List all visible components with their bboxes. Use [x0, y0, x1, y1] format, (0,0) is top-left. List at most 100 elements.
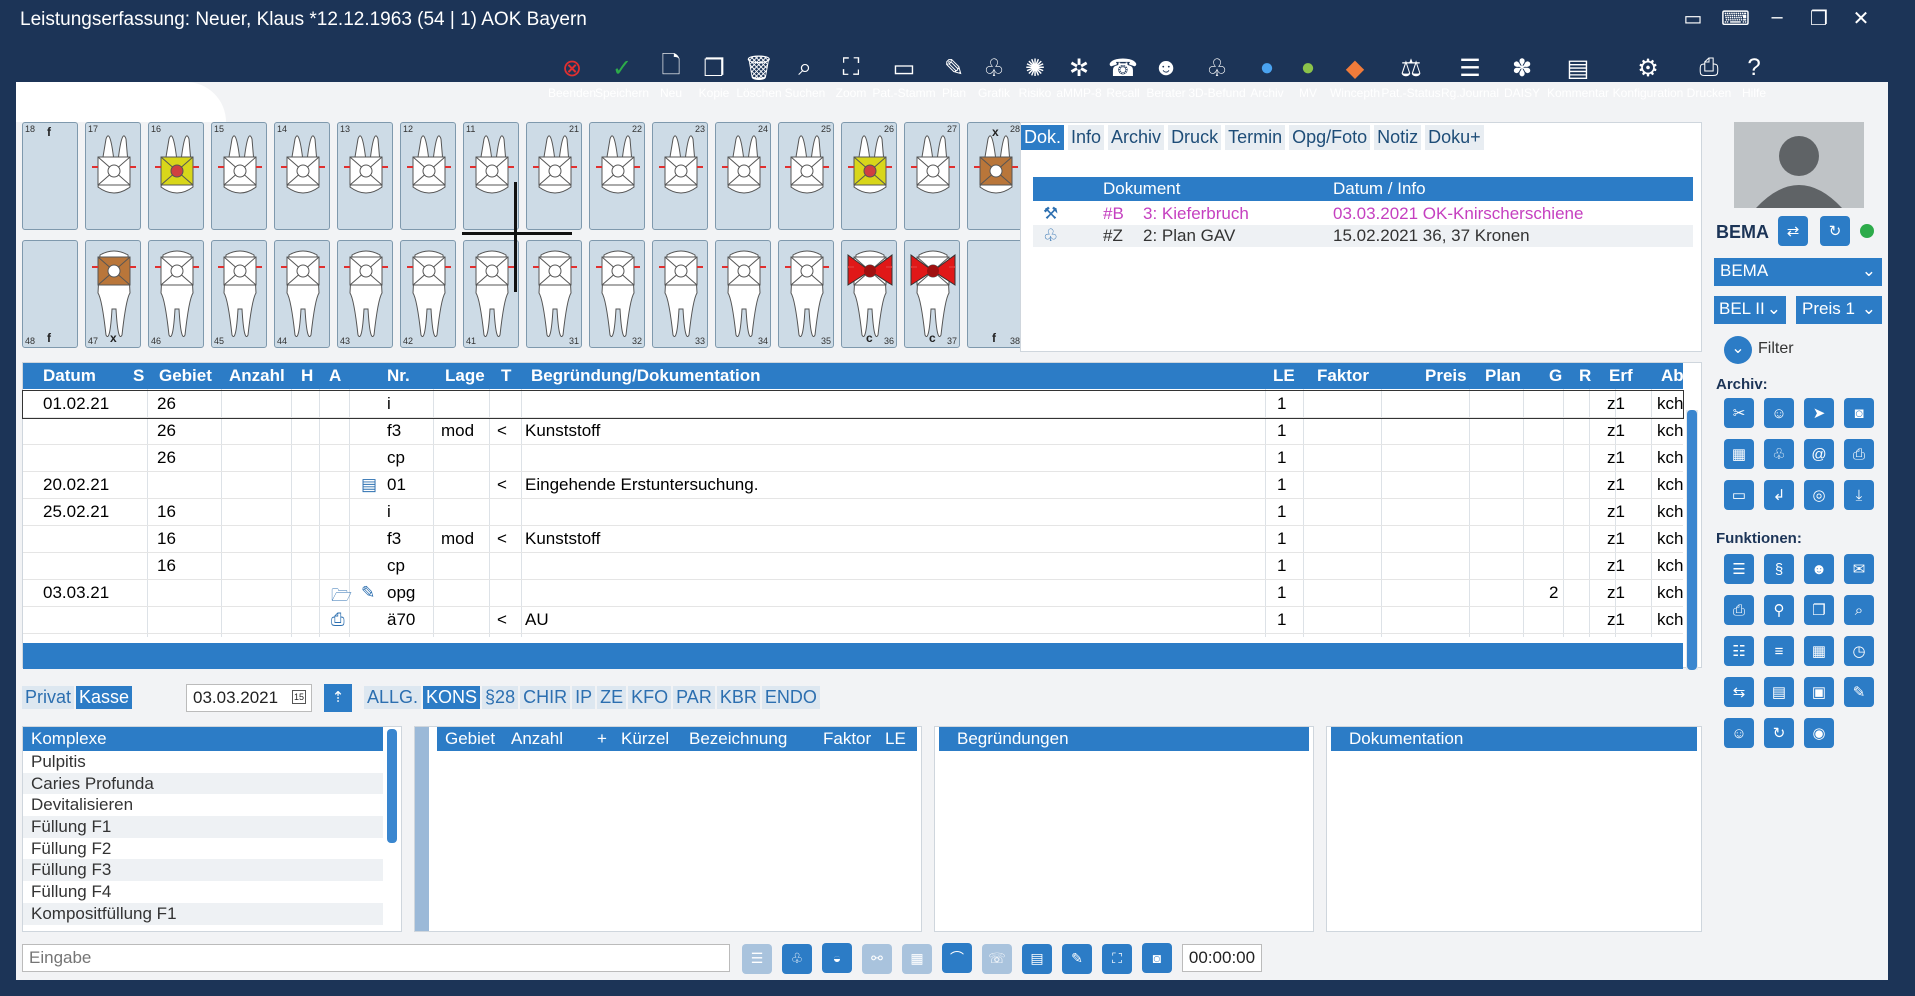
download-icon[interactable]: ⤓ [1844, 480, 1874, 510]
gebiet-col[interactable]: Faktor [823, 729, 871, 749]
toolbar-patient-status-button[interactable]: ⚖ Pat.-Status [1381, 52, 1440, 101]
category-8[interactable]: KBR [716, 686, 760, 709]
tooth-36[interactable]: 36 c [841, 240, 897, 348]
filter-toggle-icon[interactable]: ⌄ [1724, 336, 1752, 364]
minimize-icon[interactable]: – [1763, 6, 1791, 31]
toolbar-close-circle-button[interactable]: ⊗ Beenden [548, 52, 596, 101]
table-icon[interactable]: ▤ [1022, 943, 1052, 974]
table-row[interactable]: 25.02.21 16 i 1 z1 kch [23, 499, 1683, 526]
category-3[interactable]: CHIR [520, 686, 571, 709]
toolbar-new-document-button[interactable]: 🗋 Neu [650, 52, 692, 101]
col-header[interactable]: Gebiet [159, 366, 212, 386]
tooth-24[interactable]: 24 [715, 122, 771, 230]
tooth-mesh-icon[interactable]: ▦ [902, 943, 932, 974]
import-icon[interactable]: ↲ [1764, 480, 1794, 510]
grid-icon[interactable]: ▦ [1804, 636, 1834, 666]
tooth-38[interactable]: 38 f [967, 240, 1023, 348]
catalog-select[interactable]: BEMA ⌄ [1714, 258, 1882, 286]
user-icon[interactable]: ☺ [1724, 718, 1754, 748]
tooth-46[interactable]: 46 [148, 240, 204, 348]
toolbar-wincepth-button[interactable]: ◆ Wincepth [1328, 52, 1382, 101]
table-row[interactable]: 01.02.21 26 i 1 z1 kch [22, 390, 1684, 419]
grid-icon[interactable]: ▦ [1724, 439, 1754, 469]
filter-label[interactable]: Filter [1758, 340, 1794, 358]
calendar-icon[interactable]: 15 [291, 690, 306, 704]
phone-icon[interactable]: ☏ [982, 943, 1012, 974]
table-row[interactable]: 16 cp 1 z1 kch [23, 553, 1683, 580]
toolbar-check-circle-button[interactable]: ✓ Speichern [594, 52, 650, 101]
col-header[interactable]: Erf [1609, 366, 1633, 386]
col-header[interactable]: LE [1273, 366, 1295, 386]
curve-icon[interactable]: ⌒ [942, 943, 972, 973]
camera-icon[interactable]: ◙ [1844, 398, 1874, 428]
document-row[interactable]: ⚒ #B 3: Kieferbruch 03.03.2021 OK-Knirscher… [1033, 203, 1693, 225]
tooth-47[interactable]: 47 x [85, 240, 141, 348]
category-7[interactable]: PAR [673, 686, 715, 709]
tooth-26[interactable]: 26 [841, 122, 897, 230]
tooth-37[interactable]: 37 c [904, 240, 960, 348]
tooth-34[interactable]: 34 [715, 240, 771, 348]
category-6[interactable]: KFO [628, 686, 672, 709]
tooth-14[interactable]: 14 [274, 122, 330, 230]
print-icon[interactable]: ⎙ [1724, 595, 1754, 625]
tooth-face-icon[interactable]: ☺ [1764, 398, 1794, 428]
keyboard-icon[interactable]: ⌨ [1721, 6, 1750, 31]
form-icon[interactable]: ▣ [1804, 677, 1834, 707]
gebiet-col[interactable]: LE [885, 729, 906, 749]
komplex-item[interactable]: Füllung F3 [23, 859, 383, 882]
tooth-23[interactable]: 23 [652, 122, 708, 230]
toolbar-gear-button[interactable]: ⚙ Konfiguration [1612, 52, 1684, 101]
table-row[interactable]: ⎙ ä70 < AU 1 z1 kch [23, 607, 1683, 634]
col-header[interactable]: Abr. [1661, 366, 1694, 386]
tooth-print-icon[interactable]: ♧ [1764, 439, 1794, 469]
doc-tab-2[interactable]: Archiv [1108, 125, 1165, 150]
tooth-27[interactable]: 27 [904, 122, 960, 230]
tooth-28[interactable]: 28 x [967, 122, 1023, 230]
doc-tab-7[interactable]: Doku+ [1425, 125, 1484, 150]
gebiet-col[interactable]: Anzahl [511, 729, 563, 749]
komplex-item[interactable]: Füllung F1 [23, 816, 383, 838]
email-icon[interactable]: @ [1804, 439, 1834, 469]
stack-icon[interactable]: ☰ [1724, 554, 1754, 584]
tooth-42[interactable]: 42 [400, 240, 456, 348]
tooth-43[interactable]: 43 [337, 240, 393, 348]
drop-icon[interactable]: ◒ [822, 943, 852, 973]
toolbar-risk-button[interactable]: ✺ Risiko [1014, 52, 1056, 101]
tooth-35[interactable]: 35 [778, 240, 834, 348]
toolbar-search-button[interactable]: ⌕ Suchen [782, 52, 828, 100]
toolbar-recall-button[interactable]: ☎ Recall [1102, 52, 1144, 101]
doc-tab-3[interactable]: Druck [1168, 125, 1222, 150]
copy-icon[interactable]: ❐ [1804, 595, 1834, 625]
toolbar-help-button[interactable]: ? Hilfe [1734, 52, 1774, 100]
list-icon[interactable]: ☰ [742, 943, 772, 974]
tooth-41[interactable]: 41 [463, 240, 519, 348]
restore-icon[interactable]: ❐ [1805, 6, 1833, 31]
tooth-22[interactable]: 22 [589, 122, 645, 230]
komplex-item[interactable]: Füllung F4 [23, 881, 383, 903]
gebiet-col[interactable]: Kürzel [621, 729, 669, 749]
tooth-11[interactable]: 11 [463, 122, 519, 230]
person-tooth-icon[interactable]: ☻ [1804, 554, 1834, 584]
col-header[interactable]: T [501, 366, 511, 386]
privat-button[interactable]: Privat [22, 686, 75, 709]
document-row[interactable]: ♧ #Z 2: Plan GAV 15.02.2021 36, 37 Kronen [1033, 225, 1693, 247]
toolbar-mv-button[interactable]: ● MV [1288, 52, 1328, 100]
tooth-44[interactable]: 44 [274, 240, 330, 348]
gebiet-col[interactable]: + [597, 729, 607, 749]
entry-input[interactable] [22, 944, 730, 972]
tooth-32[interactable]: 32 [589, 240, 645, 348]
komplex-item[interactable]: Devitalisieren [23, 794, 383, 816]
scanner-icon[interactable]: ➤ [1804, 398, 1834, 428]
table-row[interactable]: 26 cp 1 z1 kch [23, 445, 1683, 472]
tooth-31[interactable]: 31 [526, 240, 582, 348]
edit-patient-button[interactable]: ⇄ [1778, 216, 1808, 246]
komplex-item[interactable]: Caries Profunda [23, 772, 383, 795]
col-header[interactable]: Lage [445, 366, 485, 386]
col-header[interactable]: Plan [1485, 366, 1521, 386]
category-5[interactable]: ZE [597, 686, 627, 709]
kasse-button[interactable]: Kasse [76, 686, 133, 709]
toolbar-trash-button[interactable]: 🗑 Löschen [736, 52, 782, 101]
tooth-33[interactable]: 33 [652, 240, 708, 348]
search-doc-icon[interactable]: ⌕ [1844, 595, 1874, 625]
tooth-25[interactable]: 25 [778, 122, 834, 230]
